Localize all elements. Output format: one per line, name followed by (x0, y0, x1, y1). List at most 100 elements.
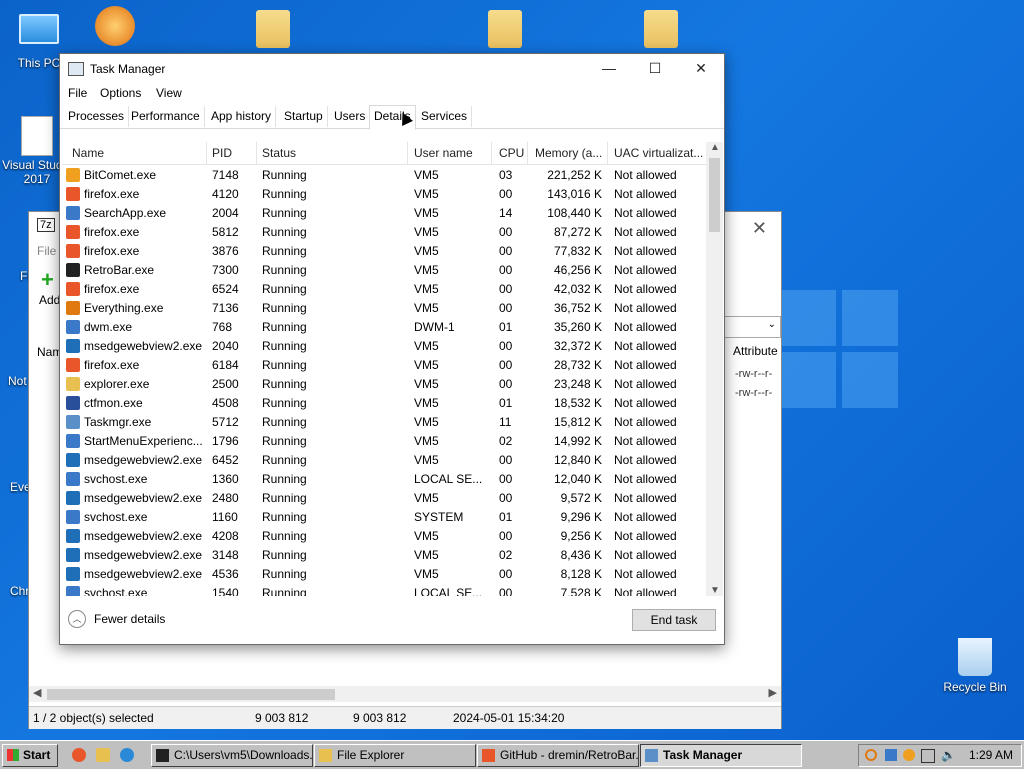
horizontal-scrollbar[interactable]: ◀ ▶ (29, 686, 781, 702)
chevron-up-icon[interactable]: ︿ (68, 610, 86, 628)
tab-services[interactable]: Services (417, 106, 473, 127)
cell-cpu: 00 (499, 586, 513, 596)
title-bar[interactable]: Task Manager — ☐ ✕ (60, 54, 724, 82)
table-row[interactable]: msedgewebview2.exe 2040 Running VM5 00 Not al… (62, 336, 706, 355)
menu-view[interactable]: View (156, 86, 182, 100)
process-name: firefox.exe (84, 187, 140, 201)
table-row[interactable]: firefox.exe 4120 Running VM5 00 Not allowed 14… (62, 184, 706, 203)
close-icon[interactable]: ✕ (752, 218, 767, 239)
column-header-user-name[interactable]: User name (414, 146, 473, 160)
display-icon[interactable] (921, 749, 935, 763)
cell-uac: Not allowed (614, 434, 677, 448)
column-header-memory[interactable]: Memory (a... (535, 146, 602, 160)
cell-uac: Not allowed (614, 396, 677, 410)
table-row[interactable]: Taskmgr.exe 5712 Running VM5 11 Not allowed 15… (62, 412, 706, 431)
table-row[interactable]: StartMenuExperienc... 1796 Running VM5 02 Not… (62, 431, 706, 450)
menu-options[interactable]: Options (100, 86, 141, 100)
tab-performance[interactable]: Performance (127, 106, 205, 127)
table-row[interactable]: BitComet.exe 7148 Running VM5 03 Not allowed 2… (62, 165, 706, 184)
column-header-pid[interactable]: PID (212, 146, 232, 160)
scroll-up-icon[interactable]: ▲ (710, 142, 720, 153)
start-button[interactable]: Start (2, 744, 58, 767)
column-header-name[interactable]: Name (72, 146, 104, 160)
table-row[interactable]: Everything.exe 7136 Running VM5 00 Not allowe… (62, 298, 706, 317)
attributes-column-header[interactable]: Attribute (733, 344, 778, 358)
firefox-quicklaunch-icon[interactable] (72, 748, 86, 762)
cell-uac: Not allowed (614, 415, 677, 429)
scroll-right-icon[interactable]: ▶ (769, 686, 777, 699)
table-row[interactable]: svchost.exe 1360 Running LOCAL SE... 00 Not a… (62, 469, 706, 488)
network-icon[interactable] (885, 749, 897, 761)
table-row[interactable]: msedgewebview2.exe 4536 Running VM5 00 Not al… (62, 564, 706, 583)
explorer-quicklaunch-icon[interactable] (96, 748, 110, 762)
seven-zip-menu-file[interactable]: File (37, 244, 56, 258)
taskbar-button[interactable]: GitHub - dremin/RetroBar... (477, 744, 639, 767)
scroll-left-icon[interactable]: ◀ (33, 686, 41, 699)
cell-cpu: 00 (499, 187, 513, 201)
address-dropdown[interactable]: ⌄ (723, 316, 781, 338)
table-row[interactable]: msedgewebview2.exe 2480 Running VM5 00 Not al… (62, 488, 706, 507)
desktop-icon-folder-1[interactable] (236, 10, 310, 52)
table-row[interactable]: msedgewebview2.exe 4208 Running VM5 00 Not al… (62, 526, 706, 545)
column-header-uac[interactable]: UAC virtualizat... (614, 146, 703, 160)
table-row[interactable]: firefox.exe 6524 Running VM5 00 Not allowed 42… (62, 279, 706, 298)
scroll-thumb[interactable] (709, 158, 720, 232)
desktop-icon-bitcomet[interactable] (78, 6, 152, 48)
cell-status: Running (262, 567, 307, 581)
column-header-status[interactable]: Status (262, 146, 296, 160)
task-manager-window[interactable]: Task Manager — ☐ ✕ File Options View Pro… (59, 53, 725, 645)
clock[interactable]: 1:29 AM (969, 748, 1013, 762)
minimize-button[interactable]: — (586, 54, 632, 82)
table-row[interactable]: msedgewebview2.exe 3148 Running VM5 02 Not al… (62, 545, 706, 564)
cell-uac: Not allowed (614, 339, 677, 353)
cell-uac: Not allowed (614, 301, 677, 315)
tab-bar: Processes Performance App history Startu… (60, 104, 724, 130)
table-row[interactable]: msedgewebview2.exe 6452 Running VM5 00 Not al… (62, 450, 706, 469)
desktop-icon-folder-2[interactable] (468, 10, 542, 52)
cell-memory: 12,840 K (553, 453, 602, 467)
table-row[interactable]: firefox.exe 5812 Running VM5 00 Not allowed 87… (62, 222, 706, 241)
tab-users[interactable]: Users (330, 106, 371, 127)
table-row[interactable]: firefox.exe 6184 Running VM5 00 Not allowed 28… (62, 355, 706, 374)
chrome-quicklaunch-icon[interactable] (120, 748, 134, 762)
bitcomet-tray-icon[interactable] (903, 749, 915, 761)
menu-file[interactable]: File (68, 86, 87, 100)
tab-processes[interactable]: Processes (64, 106, 130, 127)
tab-app-history[interactable]: App history (207, 106, 277, 127)
fewer-details-link[interactable]: Fewer details (94, 612, 165, 626)
scroll-down-icon[interactable]: ▼ (710, 585, 720, 596)
cell-uac: Not allowed (614, 472, 677, 486)
table-row[interactable]: firefox.exe 3876 Running VM5 00 Not allowed 77… (62, 241, 706, 260)
cell-cpu: 14 (499, 206, 513, 220)
scroll-thumb[interactable] (47, 689, 335, 700)
table-row[interactable]: SearchApp.exe 2004 Running VM5 14 Not allowed… (62, 203, 706, 222)
cell-user: SYSTEM (414, 510, 464, 524)
process-name: msedgewebview2.exe (84, 339, 203, 353)
process-icon (66, 377, 80, 391)
close-button[interactable]: ✕ (678, 54, 724, 82)
taskbar-button[interactable]: Task Manager (640, 744, 802, 767)
table-row[interactable]: svchost.exe 1160 Running SYSTEM 01 Not allowe… (62, 507, 706, 526)
table-row[interactable]: svchost.exe 1540 Running LOCAL SE... 00 Not a… (62, 583, 706, 596)
table-row[interactable]: explorer.exe 2500 Running VM5 00 Not allowed 2… (62, 374, 706, 393)
column-header-cpu[interactable]: CPU (499, 146, 524, 160)
volume-icon[interactable]: 🔈 (941, 749, 956, 761)
table-row[interactable]: RetroBar.exe 7300 Running VM5 00 Not allowed 4… (62, 260, 706, 279)
tab-startup[interactable]: Startup (280, 106, 328, 127)
desktop-icon-recycle-bin[interactable]: Recycle Bin (934, 638, 1016, 694)
search-icon[interactable] (865, 749, 877, 761)
cell-user: VM5 (414, 168, 439, 182)
table-row[interactable]: dwm.exe 768 Running DWM-1 01 Not allowed 35,26… (62, 317, 706, 336)
vertical-scrollbar[interactable]: ▲ ▼ (706, 142, 723, 596)
process-name: Taskmgr.exe (84, 415, 152, 429)
maximize-button[interactable]: ☐ (632, 54, 678, 82)
table-row[interactable]: ctfmon.exe 4508 Running VM5 01 Not allowed 18,… (62, 393, 706, 412)
desktop-icon-folder-3[interactable] (624, 10, 698, 52)
taskbar-button[interactable]: File Explorer (314, 744, 476, 767)
process-name: SearchApp.exe (84, 206, 167, 220)
taskbar-button[interactable]: C:\Users\vm5\Downloads... (151, 744, 313, 767)
cell-uac: Not allowed (614, 168, 677, 182)
end-task-button[interactable]: End task (632, 609, 716, 631)
cell-memory: 32,372 K (553, 339, 602, 353)
add-icon[interactable]: + (41, 269, 61, 291)
